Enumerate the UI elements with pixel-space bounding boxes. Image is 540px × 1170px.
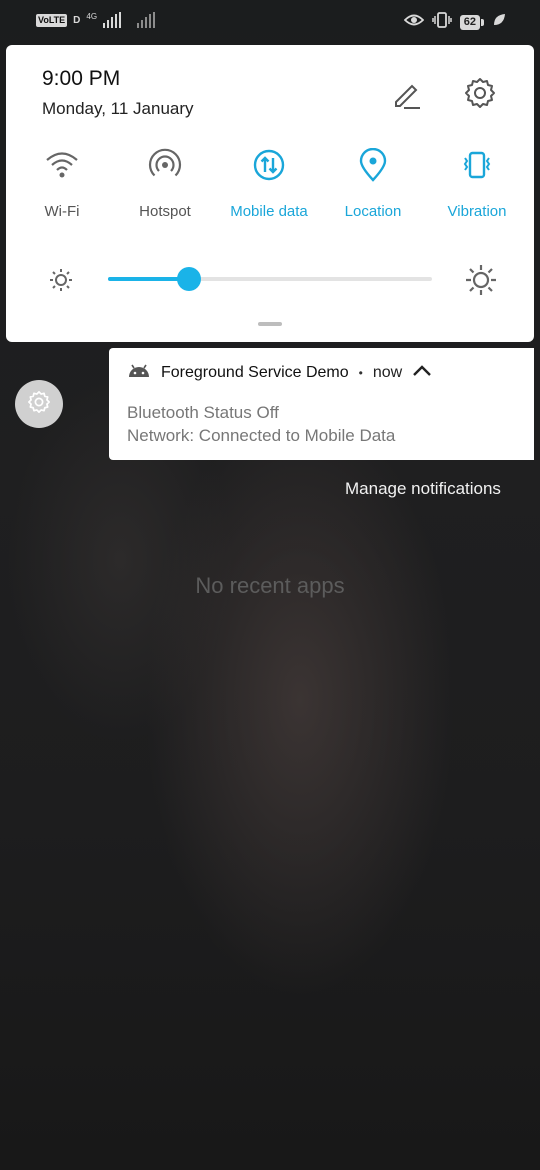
notification-time: now [372,363,403,381]
tile-label: Vibration [447,203,507,220]
wifi-icon [10,145,114,185]
tile-mobile-data[interactable]: Mobile data [217,145,321,220]
notification-text-line1: Bluetooth Status Off [127,403,279,422]
vibration-icon [425,145,529,185]
collapse-chevron-up-icon[interactable] [412,363,432,382]
battery-icon: 62 [459,15,485,30]
tile-wifi[interactable]: Wi-Fi [10,145,114,220]
tile-hotspot[interactable]: Hotspot [113,145,217,220]
tile-label: Hotspot [139,203,191,220]
brightness-slider[interactable] [108,267,432,291]
clock-date[interactable]: Monday, 11 January [42,99,194,119]
notification-header: Foreground Service Demo • now [127,362,432,383]
clock-time[interactable]: 9:00 PM [42,67,120,91]
notification-text-line2: Network: Connected to Mobile Data [127,426,396,445]
notification-settings-button[interactable] [15,380,63,428]
tile-label: Mobile data [230,203,308,220]
hotspot-icon [113,145,217,185]
notification-app-name: Foreground Service Demo [161,363,349,381]
manage-notifications-link[interactable]: Manage notifications [345,479,501,499]
quick-settings-panel: 9:00 PM Monday, 11 January Wi-Fi Hotspot… [6,45,534,342]
brightness-low-icon [48,267,74,293]
status-left: VoLTE D 4G [36,12,156,28]
panel-drag-handle[interactable] [258,322,282,326]
android-icon [127,362,151,383]
eye-comfort-icon [403,13,425,32]
edit-pencil-icon[interactable] [390,77,424,111]
tile-label: Wi-Fi [44,203,80,220]
signal-strength-sim2-icon [137,12,156,28]
status-right: 62 [403,12,506,33]
status-bar: VoLTE D 4G 62 [0,0,540,44]
brightness-slider-thumb[interactable] [177,267,201,291]
signal-strength-icon [103,12,122,28]
vibrate-icon [432,12,452,33]
settings-gear-icon[interactable] [462,75,498,111]
settings-gear-icon [26,389,52,420]
volte-badge: VoLTE [36,13,68,27]
tile-vibration[interactable]: Vibration [425,145,529,220]
brightness-high-icon [464,263,498,297]
tile-label: Location [344,203,402,220]
leaf-icon [492,13,506,32]
network-type-label: 4G [86,12,98,21]
mobile-data-icon [217,145,321,185]
notification-card[interactable]: Foreground Service Demo • now Bluetooth … [109,348,534,460]
location-icon [321,145,425,185]
dual-sim-mark: D [73,14,81,26]
tile-location[interactable]: Location [321,145,425,220]
no-recent-apps-text: No recent apps [195,573,345,598]
notification-separator: • [358,365,363,380]
